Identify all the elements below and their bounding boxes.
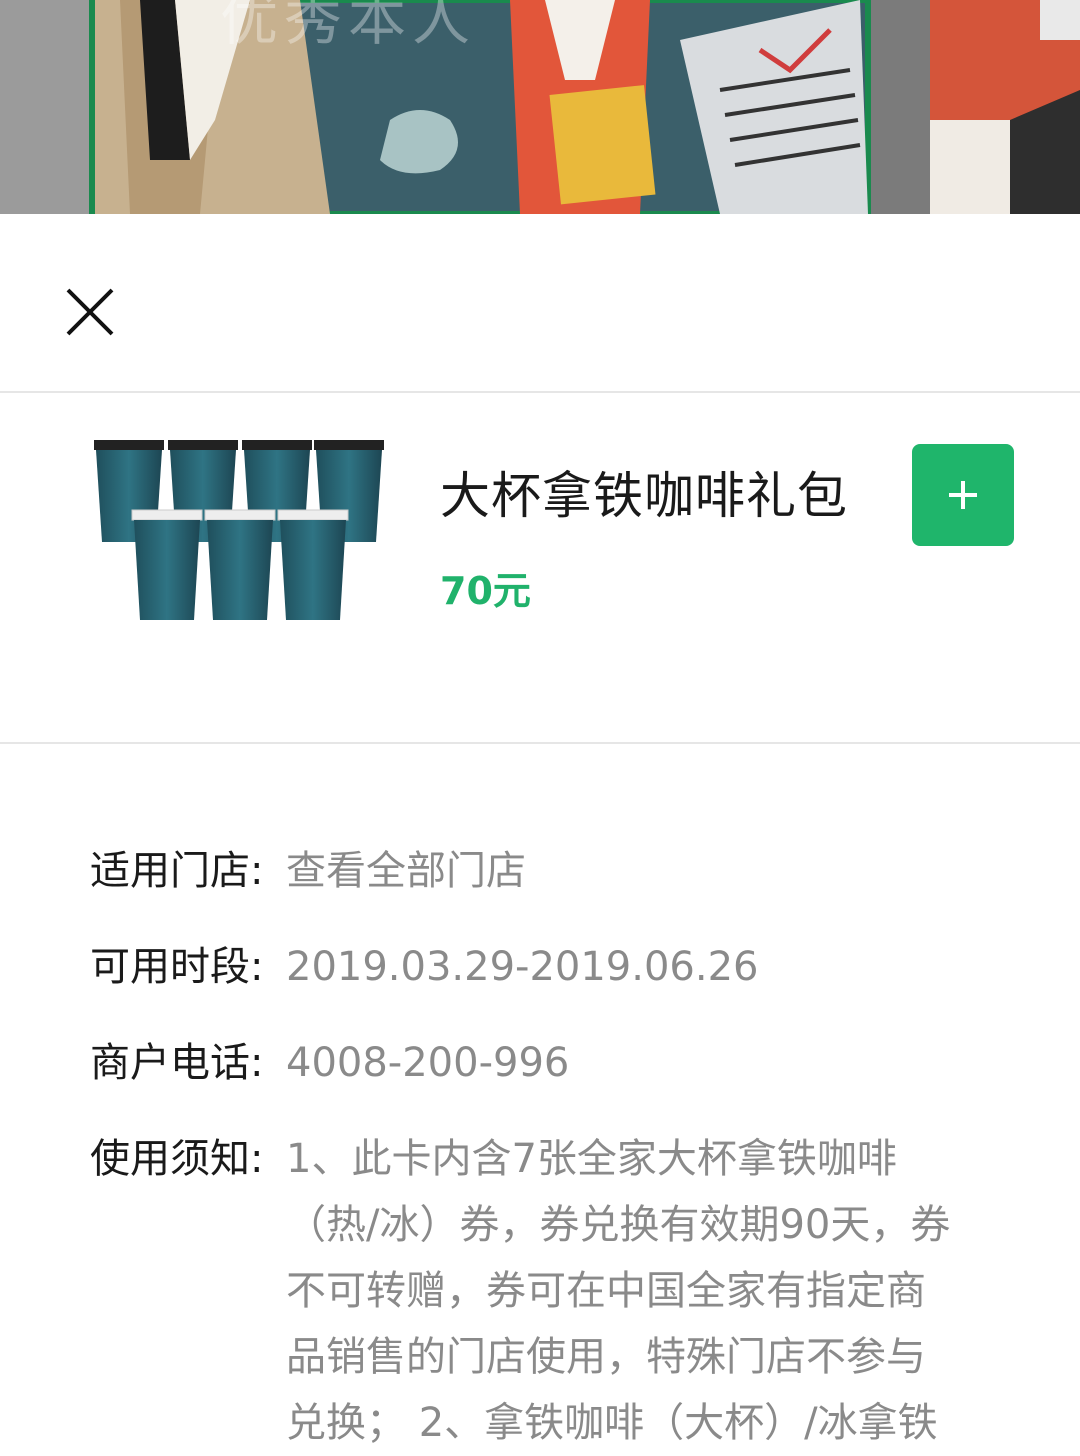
header-bar (0, 214, 1080, 392)
store-label: 适用门店: (90, 848, 264, 894)
period-label: 可用时段: (90, 944, 264, 990)
notice-line: 兑换； 2、拿铁咖啡（大杯）/冰拿铁 (286, 1400, 938, 1446)
product-price: 70元 (440, 569, 531, 613)
phone-value[interactable]: 4008-200-996 (286, 1030, 986, 1096)
banner-illustration: 优秀本人 (0, 0, 1080, 214)
notice-text: 1、此卡内含7张全家大杯拿铁咖啡 （热/冰）券，券兑换有效期90天，券 不可转赠… (286, 1126, 986, 1456)
product-title: 大杯拿铁咖啡礼包 (440, 467, 848, 525)
view-all-stores-link[interactable]: 查看全部门店 (286, 838, 986, 904)
divider (0, 742, 1080, 744)
notice-line: 1、此卡内含7张全家大杯拿铁咖啡 (286, 1136, 897, 1182)
close-button[interactable] (60, 282, 120, 342)
banner-overlay-text: 优秀本人 (220, 0, 477, 53)
product-card: 大杯拿铁咖啡礼包 70元 (0, 394, 1080, 744)
notice-line: 不可转赠，券可在中国全家有指定商 (286, 1268, 926, 1314)
close-icon (66, 288, 114, 336)
product-image (90, 438, 386, 628)
plus-icon (949, 481, 977, 509)
notice-label: 使用须知: (90, 1136, 264, 1182)
phone-label: 商户电话: (90, 1040, 264, 1086)
period-value: 2019.03.29-2019.06.26 (286, 944, 759, 990)
notice-line: （热/冰）券，券兑换有效期90天，券 (286, 1202, 951, 1248)
divider (0, 391, 1080, 393)
add-button[interactable] (912, 444, 1014, 546)
notice-line: 品销售的门店使用，特殊门店不参与 (286, 1334, 926, 1380)
